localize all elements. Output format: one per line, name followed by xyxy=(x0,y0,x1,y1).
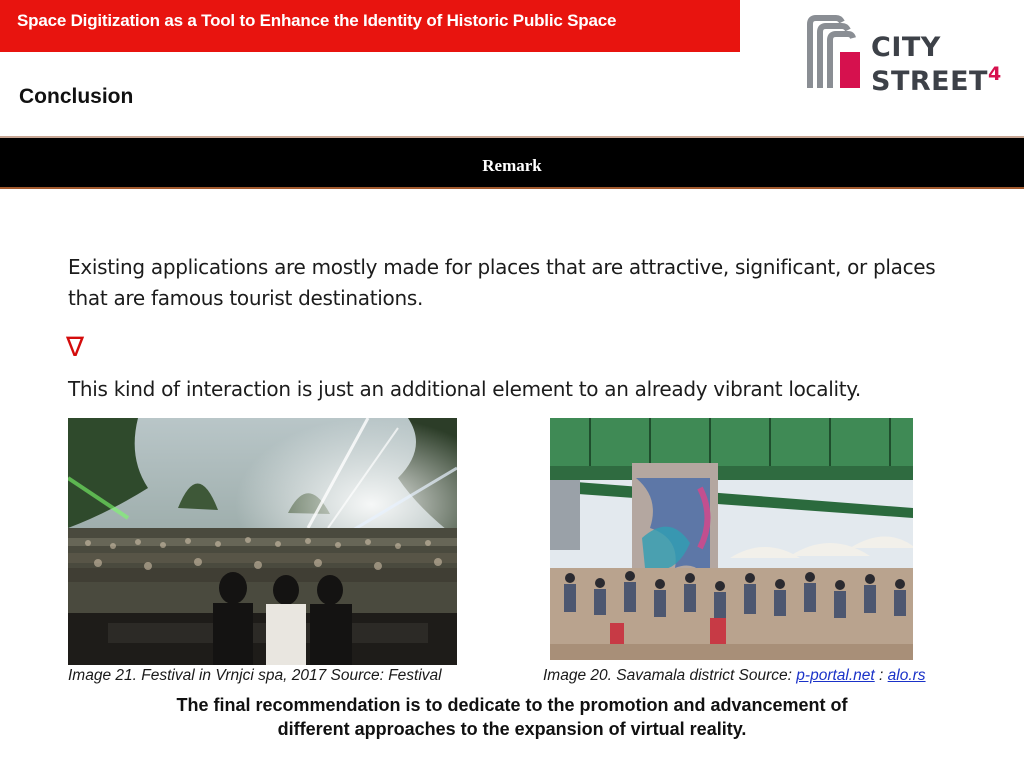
savamala-photo-illustration xyxy=(550,418,913,660)
final-recommendation: The final recommendation is to dedicate … xyxy=(100,693,924,741)
caption-savamala: Image 20. Savamala district Source: p-po… xyxy=(543,667,926,685)
slide-title-bar: Space Digitization as a Tool to Enhance … xyxy=(0,0,740,52)
caption-festival: Image 21. Festival in Vrnjci spa, 2017 S… xyxy=(68,667,442,684)
logo-line-city: CITY xyxy=(871,32,941,63)
savamala-photo xyxy=(550,418,913,660)
section-heading: Conclusion xyxy=(19,85,134,108)
festival-photo-illustration xyxy=(68,418,457,665)
recommendation-line-1: The final recommendation is to dedicate … xyxy=(176,695,848,715)
caption-savamala-prefix: Image 20. Savamala district Source: xyxy=(543,667,797,684)
remark-label: Remark xyxy=(482,156,542,175)
paragraph-existing-applications: Existing applications are mostly made fo… xyxy=(68,255,936,310)
logo-wordmark: CITY STREET4 xyxy=(871,34,1002,95)
remark-bar: Remark xyxy=(0,138,1024,189)
logo-superscript: 4 xyxy=(987,63,1002,85)
link-alo-rs[interactable]: alo.rs xyxy=(888,667,926,684)
city-street-logo-icon xyxy=(807,15,860,88)
link-p-portal[interactable]: p-portal.net xyxy=(796,667,874,684)
caption-separator: : xyxy=(874,667,888,684)
down-triangle-outline-icon: ∇ xyxy=(66,332,85,363)
city-street-logo: CITY STREET4 xyxy=(806,14,1011,95)
logo-street-text: STREET xyxy=(871,66,988,97)
slide-title: Space Digitization as a Tool to Enhance … xyxy=(17,11,617,30)
paragraph-interaction: This kind of interaction is just an addi… xyxy=(68,377,861,401)
logo-line-street: STREET4 xyxy=(871,61,1002,95)
festival-photo xyxy=(68,418,457,665)
recommendation-line-2: different approaches to the expansion of… xyxy=(277,719,747,739)
